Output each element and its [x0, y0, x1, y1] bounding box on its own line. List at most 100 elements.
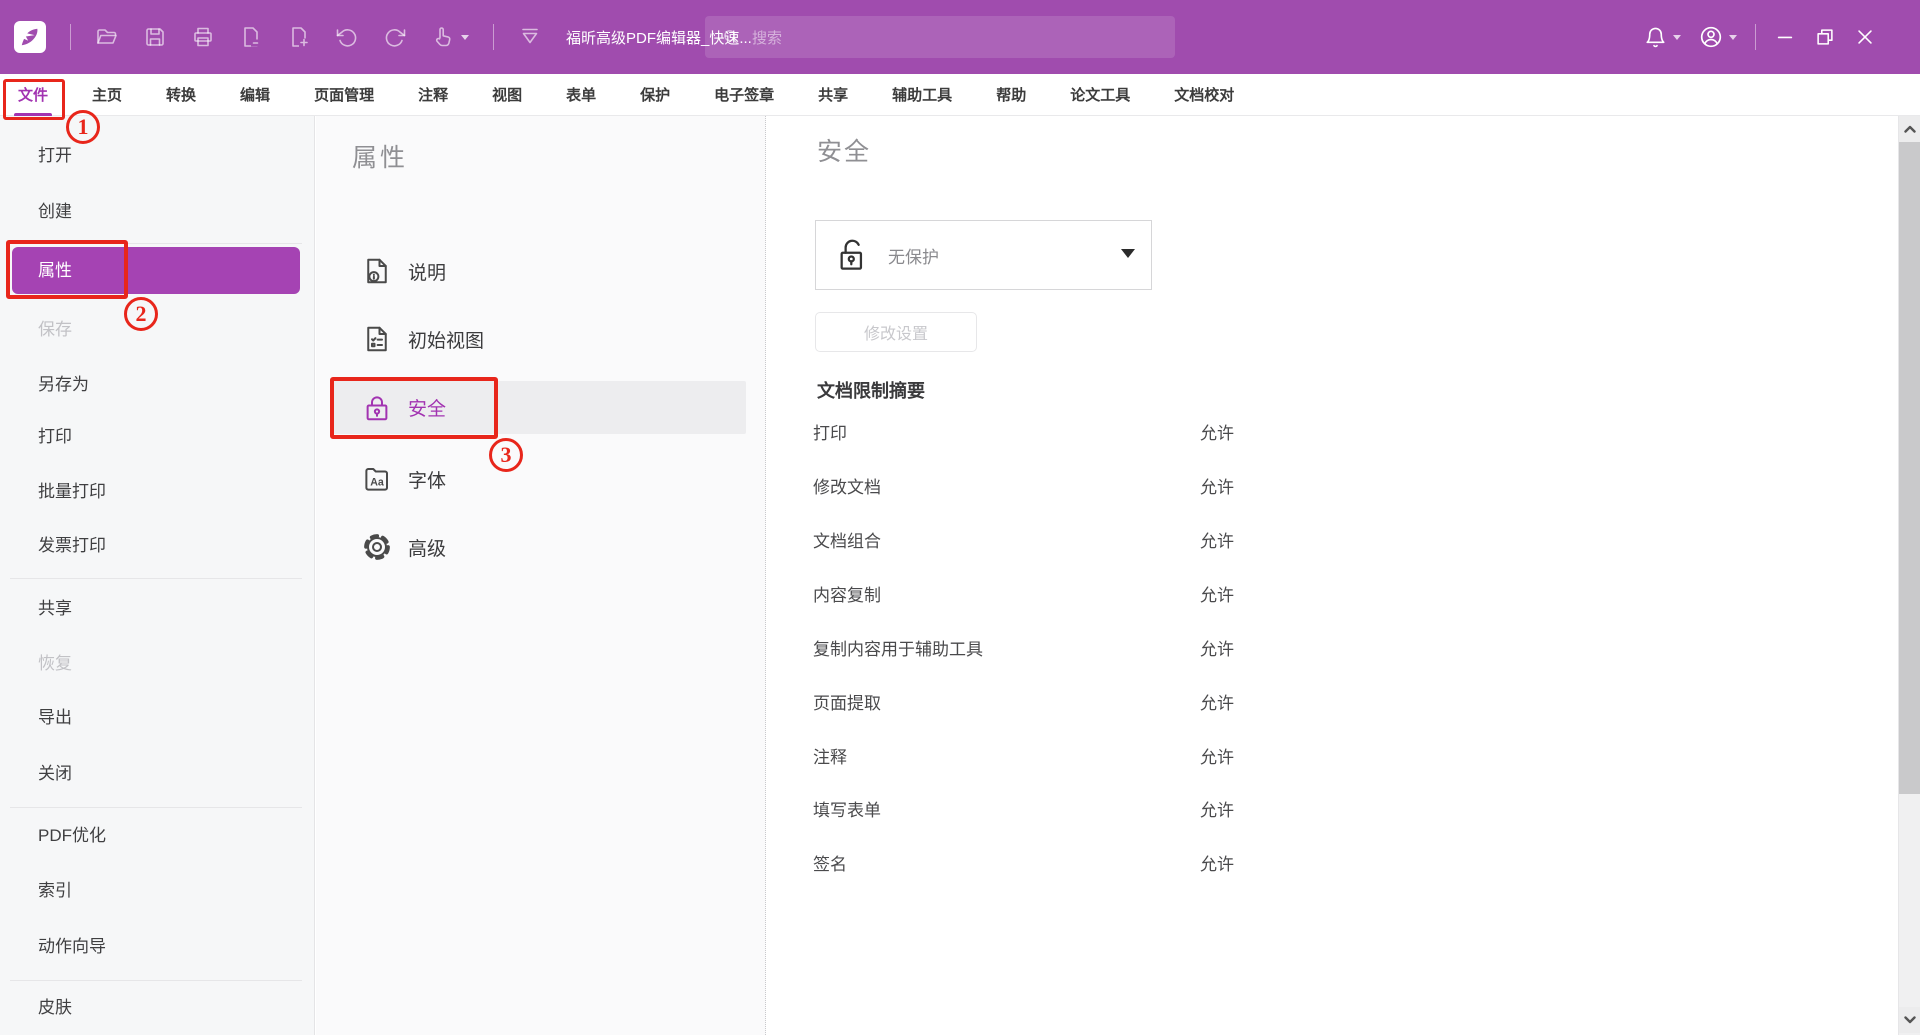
modify-settings-button[interactable]: 修改设置	[815, 312, 977, 352]
sidebar-item-open[interactable]: 打开	[0, 133, 315, 179]
restriction-label: 修改文档	[813, 478, 881, 497]
sidebar-item-skin[interactable]: 皮肤	[0, 985, 315, 1031]
collapse-toolbar-icon[interactable]	[518, 25, 542, 49]
restriction-label: 注释	[813, 748, 847, 767]
restriction-row-page-extraction: 页面提取 允许	[813, 689, 1293, 713]
sidebar-item-save-as[interactable]: 另存为	[0, 362, 315, 408]
restriction-row-commenting: 注释 允许	[813, 743, 1293, 767]
restriction-label: 页面提取	[813, 694, 881, 713]
protection-mode-value: 无保护	[888, 243, 939, 268]
new-document-icon[interactable]	[287, 25, 311, 49]
print-icon[interactable]	[191, 25, 215, 49]
titlebar: 福昕高级PDF编辑器_快速... 搜索	[0, 0, 1920, 74]
restriction-label: 打印	[813, 424, 847, 443]
properties-item-advanced[interactable]: 高级	[332, 522, 746, 572]
sidebar-item-invoice-print[interactable]: 发票打印	[0, 523, 315, 569]
restriction-row-signing: 签名 允许	[813, 850, 1293, 874]
hand-tool-caret-icon[interactable]	[461, 35, 469, 40]
properties-item-initial-view[interactable]: 初始视图	[332, 314, 746, 364]
toolbar-separator	[493, 24, 494, 50]
hand-tool-icon[interactable]	[431, 25, 469, 49]
properties-item-label: 字体	[408, 466, 446, 493]
notifications-caret-icon[interactable]	[1673, 35, 1681, 40]
protection-mode-dropdown[interactable]: 无保护	[815, 220, 1152, 290]
properties-item-fonts[interactable]: Aa 字体	[332, 454, 746, 504]
properties-item-label: 说明	[408, 258, 446, 285]
sidebar-item-create[interactable]: 创建	[0, 189, 315, 235]
restriction-value: 允许	[1200, 743, 1234, 768]
menu-comment[interactable]: 注释	[418, 84, 448, 105]
doc-info-icon	[362, 256, 392, 286]
annotation-step-2: 2	[124, 297, 158, 331]
undo-icon[interactable]	[335, 25, 359, 49]
sidebar-item-share[interactable]: 共享	[0, 586, 315, 632]
open-file-icon[interactable]	[95, 25, 119, 49]
save-icon[interactable]	[143, 25, 167, 49]
properties-item-label: 初始视图	[408, 326, 484, 353]
minimize-button[interactable]	[1774, 26, 1796, 48]
sidebar-item-index[interactable]: 索引	[0, 868, 315, 914]
annotation-box-security	[330, 377, 498, 439]
restriction-value: 允许	[1200, 473, 1234, 498]
sidebar-item-close[interactable]: 关闭	[0, 751, 315, 797]
restriction-row-accessibility-copy: 复制内容用于辅助工具 允许	[813, 635, 1293, 659]
restriction-value: 允许	[1200, 796, 1234, 821]
scrollbar-down-arrow[interactable]	[1899, 1007, 1920, 1033]
security-panel: 安全 无保护 修改设置 文档限制摘要 打印 允许 修改文档 允许 文档组合 允许	[766, 116, 1897, 1035]
annotation-step-3: 3	[489, 438, 523, 472]
sidebar-item-export[interactable]: 导出	[0, 695, 315, 741]
account-caret-icon[interactable]	[1729, 35, 1737, 40]
menu-share[interactable]: 共享	[818, 84, 848, 105]
menu-form[interactable]: 表单	[566, 84, 596, 105]
sidebar-item-print[interactable]: 打印	[0, 414, 315, 460]
sidebar-item-action-wizard[interactable]: 动作向导	[0, 924, 315, 970]
search-input[interactable]: 搜索	[705, 16, 1175, 58]
dropdown-arrow-icon[interactable]	[1121, 249, 1135, 258]
toolbar-separator	[70, 24, 71, 50]
toolbar-separator	[1755, 24, 1756, 50]
restriction-label: 复制内容用于辅助工具	[813, 640, 983, 659]
properties-item-label: 高级	[408, 534, 446, 561]
menu-view[interactable]: 视图	[492, 84, 522, 105]
close-window-button[interactable]	[1854, 26, 1876, 48]
menu-convert[interactable]: 转换	[166, 84, 196, 105]
menu-paper-tools[interactable]: 论文工具	[1070, 84, 1130, 105]
redo-icon[interactable]	[383, 25, 407, 49]
menu-protect[interactable]: 保护	[640, 84, 670, 105]
menu-proofread[interactable]: 文档校对	[1174, 84, 1234, 105]
sidebar-item-batch-print[interactable]: 批量打印	[0, 469, 315, 515]
vertical-scrollbar[interactable]	[1898, 116, 1920, 1035]
sidebar-item-pdf-optimize[interactable]: PDF优化	[0, 813, 315, 859]
properties-item-description[interactable]: 说明	[332, 246, 746, 296]
restriction-label: 填写表单	[813, 801, 881, 820]
menu-home[interactable]: 主页	[92, 84, 122, 105]
menu-accessibility[interactable]: 辅助工具	[892, 84, 952, 105]
restriction-value: 允许	[1200, 527, 1234, 552]
restrictions-summary-title: 文档限制摘要	[817, 377, 925, 403]
gear-icon	[362, 532, 392, 562]
search-placeholder: 搜索	[752, 27, 782, 48]
menu-help[interactable]: 帮助	[996, 84, 1026, 105]
notifications-bell-icon[interactable]	[1644, 26, 1681, 49]
restriction-value: 允许	[1200, 419, 1234, 444]
restriction-value: 允许	[1200, 689, 1234, 714]
svg-text:Aa: Aa	[370, 476, 384, 488]
security-panel-title: 安全	[817, 132, 871, 168]
chevron-up-icon	[1904, 125, 1916, 133]
restriction-row-copying: 内容复制 允许	[813, 581, 1293, 605]
restriction-row-assembly: 文档组合 允许	[813, 527, 1293, 551]
sidebar-divider	[10, 807, 302, 808]
restriction-value: 允许	[1200, 850, 1234, 875]
close-document-icon[interactable]	[239, 25, 263, 49]
menu-page-organize[interactable]: 页面管理	[314, 84, 374, 105]
menu-edit[interactable]: 编辑	[240, 84, 270, 105]
scrollbar-thumb[interactable]	[1899, 142, 1920, 794]
restriction-label: 文档组合	[813, 532, 881, 551]
foxit-logo[interactable]	[14, 21, 46, 53]
account-icon[interactable]	[1699, 25, 1737, 49]
menubar: 文件 主页 转换 编辑 页面管理 注释 视图 表单 保护 电子签章 共享 辅助工…	[0, 74, 1920, 116]
restore-window-button[interactable]	[1814, 26, 1836, 48]
scrollbar-up-arrow[interactable]	[1899, 116, 1920, 142]
menu-esign[interactable]: 电子签章	[714, 84, 774, 105]
sidebar-item-revert[interactable]: 恢复	[0, 641, 315, 687]
